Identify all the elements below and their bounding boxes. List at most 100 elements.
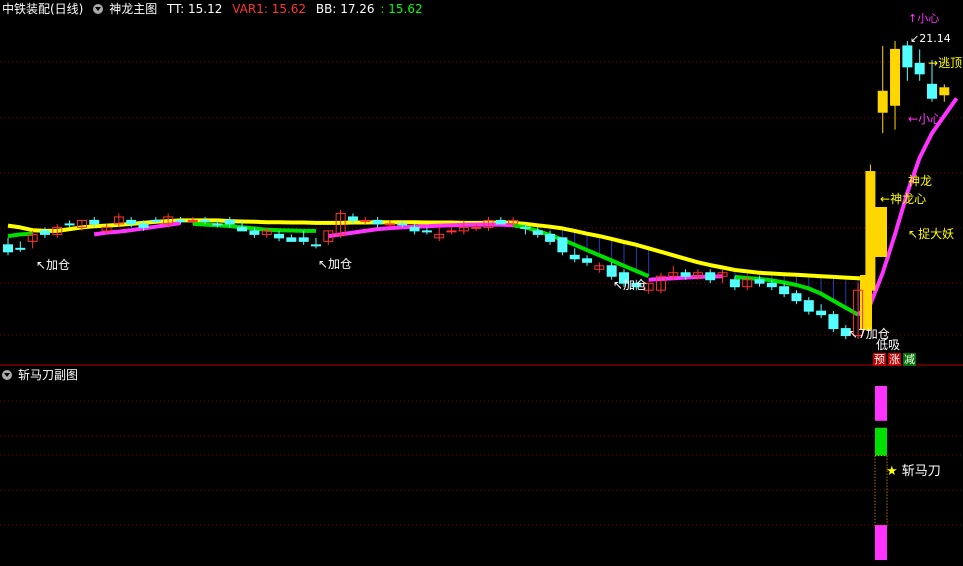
bb-value: BB: 17.26: [315, 2, 375, 16]
candle-body-62: [766, 282, 777, 288]
candle-body-49: [606, 265, 617, 277]
tt-value: TT: 15.12: [167, 2, 223, 16]
stock-name[interactable]: 中铁装配(日线): [2, 2, 83, 16]
candle-73: [902, 41, 913, 81]
candle-body-70: [865, 171, 876, 291]
annotation-jiacang-1: ↖加仓: [36, 258, 71, 272]
candle-body-19: [237, 226, 248, 232]
main-chart-header: 中铁装配(日线) 神龙主图 TT: 15.12 VAR1: 15.62 BB: …: [2, 1, 429, 17]
candle-body-22: [274, 233, 285, 239]
candle-body-18: [224, 219, 235, 225]
candle-body-29: [360, 219, 371, 222]
annotation-shenlong: 神龙: [908, 174, 933, 188]
candle-body-10: [126, 219, 137, 225]
candle-body-43: [532, 230, 543, 235]
candle-body-23: [286, 237, 297, 242]
candle-71: [877, 45, 888, 134]
var1-value: VAR1: 15.62: [232, 2, 307, 16]
candle-body-65: [803, 300, 814, 312]
candle-body-72: [890, 48, 901, 106]
annotation-xiaoxin: ←小心: [908, 112, 943, 126]
candle-23: [286, 234, 297, 242]
indicator-name[interactable]: 神龙主图: [109, 2, 157, 16]
candle-58: [717, 269, 728, 284]
candle-24: [298, 230, 309, 245]
candle-body-12: [150, 219, 161, 222]
candle-body-76: [939, 87, 950, 96]
candle-74: [914, 49, 925, 81]
candle-26: [323, 230, 334, 245]
candle-body-24: [298, 237, 309, 242]
candle-body-11: [138, 223, 149, 228]
signal-bar-mid: [875, 207, 887, 257]
candlestick-series: [3, 41, 950, 340]
candle-35: [434, 227, 445, 242]
candle-5: [64, 220, 75, 228]
candle-25: [311, 237, 321, 249]
candle-body-14: [175, 219, 186, 222]
candle-body-61: [754, 279, 765, 284]
candle-body-71: [877, 90, 888, 113]
candle-body-17: [212, 223, 223, 226]
annotation-high-price: ↙21.14: [910, 32, 951, 45]
annotation-xiaoxin-top: ↑小心: [908, 12, 940, 25]
candle-body-0: [3, 244, 13, 253]
candle-body-66: [816, 310, 827, 316]
indicator-dropdown-icon[interactable]: [93, 4, 104, 14]
candle-57: [705, 269, 716, 284]
candle-22: [274, 230, 285, 242]
candle-40: [495, 216, 506, 225]
candle-body-20: [249, 230, 260, 235]
candle-body-1: [15, 247, 26, 250]
candle-66: [816, 304, 827, 319]
candle-45: [557, 237, 568, 256]
candle-34: [421, 227, 432, 235]
candle-body-16: [200, 219, 211, 222]
candle-1: [15, 241, 26, 252]
annotation-jiacang-3: ↖加仓: [613, 278, 648, 292]
candle-body-47: [582, 258, 593, 263]
candle-body-64: [791, 293, 802, 302]
candle-body-3: [39, 230, 50, 235]
candle-body-42: [520, 226, 531, 229]
annotation-taoding: →逃顶: [928, 56, 963, 70]
candle-body-7: [89, 219, 100, 225]
chart-canvas[interactable]: [0, 0, 963, 566]
candle-body-28: [347, 216, 358, 221]
sub-bar-bottom-0: [875, 525, 887, 560]
sub-bar-green-0: [875, 427, 887, 456]
candle-body-31: [384, 223, 395, 226]
candle-body-38: [471, 226, 482, 229]
sub-chart-header: 斩马刀副图: [2, 367, 84, 383]
candle-body-36: [446, 230, 457, 233]
candle-body-33: [409, 226, 420, 232]
candle-63: [779, 283, 790, 298]
candle-body-63: [779, 286, 790, 295]
candle-67: [828, 311, 839, 333]
candle-body-45: [557, 237, 568, 253]
candle-72: [890, 41, 901, 130]
annotation-shenlongxin: ←神龙心: [880, 192, 927, 206]
candle-64: [791, 290, 802, 305]
candle-body-44: [545, 233, 556, 242]
candle-76: [939, 84, 950, 102]
badge-yu: 预: [873, 353, 886, 366]
candle-body-59: [729, 279, 740, 288]
candle-body-15: [187, 219, 198, 222]
sub-indicator-dropdown-icon[interactable]: [2, 370, 12, 380]
sub-indicator-name[interactable]: 斩马刀副图: [18, 368, 78, 382]
star-icon: ★: [886, 464, 898, 479]
candle-body-75: [927, 83, 937, 99]
candle-body-32: [397, 223, 408, 226]
badge-zhang: 涨: [888, 353, 901, 366]
indicator-lines: [7, 97, 959, 330]
magenta-line-1: [328, 222, 514, 239]
candle-65: [803, 297, 814, 315]
badge-jian: 减: [903, 353, 916, 366]
candle-body-5: [64, 223, 75, 226]
annotation-zhanmadao: ★ 斩马刀: [886, 464, 941, 479]
candle-0: [3, 237, 13, 256]
candle-46: [569, 248, 580, 263]
candle-47: [582, 255, 593, 266]
candle-body-55: [680, 272, 691, 277]
